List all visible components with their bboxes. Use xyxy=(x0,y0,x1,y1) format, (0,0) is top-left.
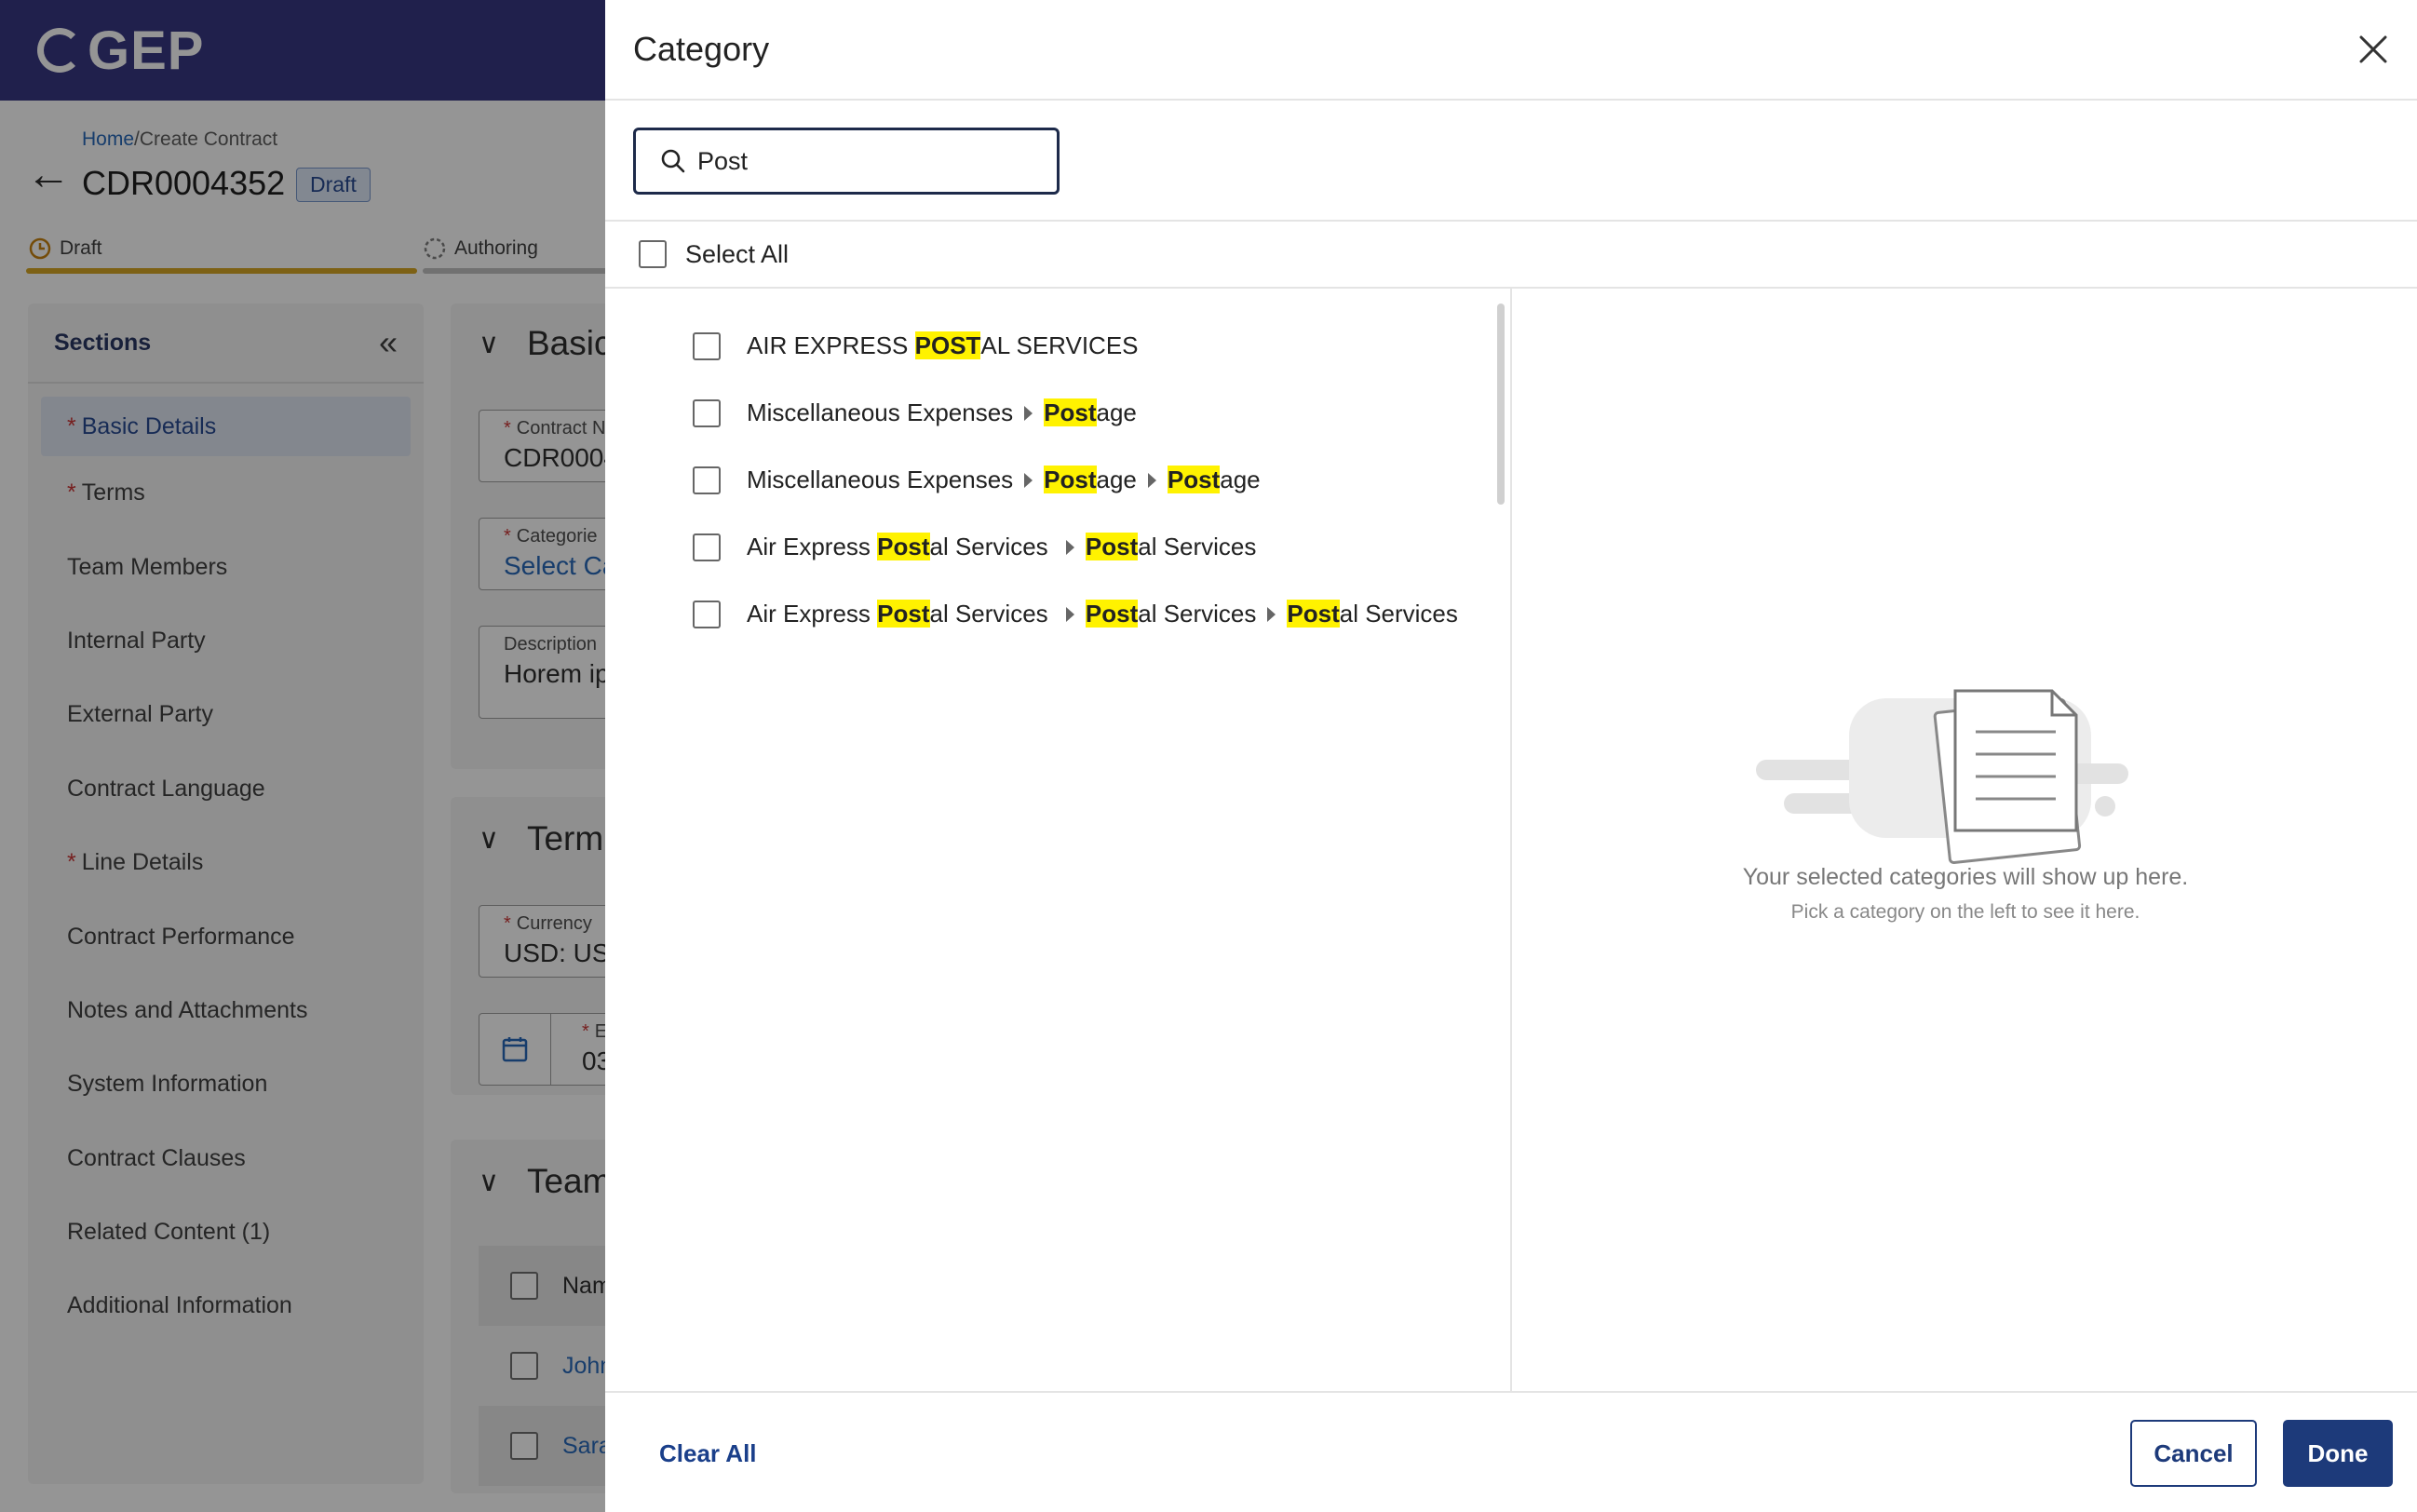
clear-all-button[interactable]: Clear All xyxy=(659,1439,757,1468)
search-match-highlight: Post xyxy=(877,533,930,560)
path-separator-caret-icon xyxy=(1267,607,1276,622)
path-separator-caret-icon xyxy=(1024,406,1033,421)
category-text: al Services xyxy=(1138,600,1257,628)
category-text: al Services xyxy=(929,533,1055,560)
modal-backdrop[interactable] xyxy=(0,0,605,1512)
dialog-footer: Clear All Cancel Done xyxy=(605,1391,2417,1512)
list-item[interactable]: Miscellaneous Expenses Postage Postage xyxy=(693,466,1261,494)
list-item[interactable]: Air Express Postal Services Postal Servi… xyxy=(693,533,1256,561)
category-text: al Services xyxy=(1138,533,1257,560)
search-match-highlight: Post xyxy=(1167,466,1221,493)
category-path: Air Express Postal Services Postal Servi… xyxy=(747,533,1256,561)
empty-state-title: Your selected categories will show up he… xyxy=(1742,864,2189,890)
category-text: age xyxy=(1220,466,1261,493)
search-match-highlight: Post xyxy=(1044,398,1097,426)
list-item[interactable]: Miscellaneous Expenses Postage xyxy=(693,398,1137,427)
path-separator-caret-icon xyxy=(1147,473,1156,488)
dialog-title: Category xyxy=(633,30,770,68)
category-text: age xyxy=(1096,466,1137,493)
category-results-list: AIR EXPRESS POSTAL SERVICES Miscellaneou… xyxy=(605,289,1512,1391)
close-button[interactable] xyxy=(2352,28,2395,71)
category-search-input[interactable] xyxy=(697,146,1033,176)
category-text: Air Express xyxy=(747,533,878,560)
empty-document-illustration-icon xyxy=(1756,689,2128,864)
close-icon xyxy=(2359,35,2387,63)
search-match-highlight: Post xyxy=(1085,600,1139,628)
category-path: Air Express Postal Services Postal Servi… xyxy=(747,600,1458,628)
category-path: AIR EXPRESS POSTAL SERVICES xyxy=(747,331,1139,360)
results-scrollbar[interactable] xyxy=(1497,304,1505,505)
category-text: Miscellaneous Expenses xyxy=(747,466,1014,493)
search-icon xyxy=(661,149,685,173)
done-button[interactable]: Done xyxy=(2283,1420,2393,1487)
path-separator-caret-icon xyxy=(1065,607,1074,622)
empty-state-subtitle: Pick a category on the left to see it he… xyxy=(1790,901,2140,923)
select-all-checkbox[interactable] xyxy=(639,240,667,268)
category-checkbox[interactable] xyxy=(693,331,721,360)
search-match-highlight: Post xyxy=(1287,600,1340,628)
search-match-highlight: Post xyxy=(1085,533,1139,560)
category-dialog: Category Select All AIR EXPRESS POSTAL S… xyxy=(605,0,2417,1512)
path-separator-caret-icon xyxy=(1065,540,1074,555)
dialog-header: Category xyxy=(605,0,2417,101)
category-search-box[interactable] xyxy=(633,128,1060,195)
search-match-highlight: Post xyxy=(1044,466,1097,493)
list-item[interactable]: Air Express Postal Services Postal Servi… xyxy=(693,600,1458,628)
search-match-highlight: POST xyxy=(914,331,981,359)
cancel-button[interactable]: Cancel xyxy=(2130,1420,2257,1487)
category-path: Miscellaneous Expenses Postage Postage xyxy=(747,466,1261,494)
search-match-highlight: Post xyxy=(877,600,930,628)
list-item[interactable]: AIR EXPRESS POSTAL SERVICES xyxy=(693,331,1139,360)
category-path: Miscellaneous Expenses Postage xyxy=(747,398,1137,427)
category-text: Air Express xyxy=(747,600,878,628)
category-text: al Services xyxy=(929,600,1055,628)
category-text: age xyxy=(1096,398,1137,426)
category-text: AIR EXPRESS xyxy=(747,331,915,359)
category-text: Miscellaneous Expenses xyxy=(747,398,1014,426)
path-separator-caret-icon xyxy=(1024,473,1033,488)
select-all-label: Select All xyxy=(685,239,790,268)
category-checkbox[interactable] xyxy=(693,600,721,628)
category-text: AL SERVICES xyxy=(980,331,1139,359)
category-checkbox[interactable] xyxy=(693,533,721,561)
select-all-row[interactable]: Select All xyxy=(605,220,2417,289)
category-text: al Services xyxy=(1339,600,1458,628)
category-checkbox[interactable] xyxy=(693,466,721,494)
category-checkbox[interactable] xyxy=(693,398,721,427)
selected-categories-pane: Your selected categories will show up he… xyxy=(1514,289,2417,1391)
